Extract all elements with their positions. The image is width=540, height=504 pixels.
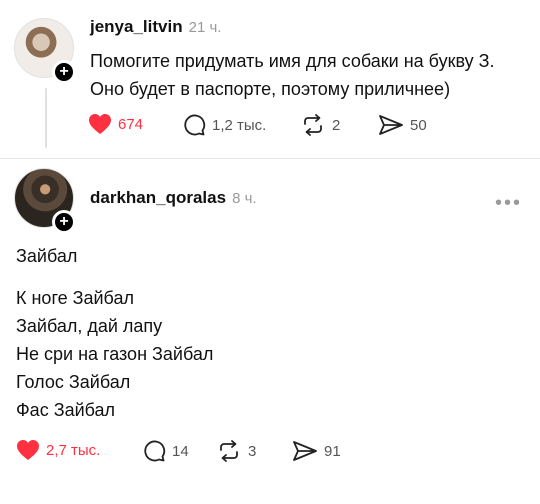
- follow-plus-icon[interactable]: +: [52, 210, 76, 234]
- like-count: 2,7 тыс.: [46, 441, 101, 459]
- heart-icon: [89, 114, 111, 134]
- username-text[interactable]: darkhan_qoralas: [90, 188, 226, 207]
- repost-count: 3: [248, 442, 257, 460]
- post-text-line: Оно будет в паспорте, поэтому приличнее): [90, 79, 451, 99]
- follow-plus-icon[interactable]: +: [52, 60, 76, 84]
- post-text-line: Не сри на газон Зайбал: [16, 344, 214, 364]
- post-text-line: Фас Зайбал: [16, 400, 116, 420]
- repost-button[interactable]: 3: [216, 439, 256, 463]
- post-time: 21 ч.: [188, 19, 222, 36]
- comment-count: 14: [172, 442, 189, 460]
- share-button[interactable]: 50: [378, 113, 427, 137]
- post-text: Зайбал К ноге Зайбал Зайбал, дай лапу Не…: [16, 242, 213, 424]
- post-text-line: Помогите придумать имя для собаки на бук…: [90, 51, 495, 71]
- post: + jenya_litvin 21 ч. Помогите придумать и…: [0, 0, 540, 150]
- post-text-line: [16, 270, 213, 284]
- post-text-line: Голос Зайбал: [16, 372, 131, 392]
- like-count: 674: [118, 115, 144, 133]
- send-icon: [379, 115, 403, 135]
- post: + darkhan_qoralas 8 ч. ••• Зайбал К ноге …: [0, 160, 540, 504]
- action-bar: 2,7 тыс. 14 3 91: [16, 439, 436, 463]
- more-options-icon[interactable]: •••: [495, 193, 522, 213]
- username-text[interactable]: jenya_litvin: [90, 17, 183, 36]
- comment-icon: [184, 114, 206, 136]
- like-button[interactable]: 674: [88, 113, 143, 135]
- action-bar: 674 1,2 тыс. 2 50: [88, 113, 508, 137]
- comment-button[interactable]: 14: [142, 439, 189, 463]
- like-button[interactable]: 2,7 тыс.: [16, 439, 100, 461]
- comment-count: 1,2 тыс.: [212, 116, 267, 134]
- heart-icon: [17, 440, 39, 460]
- post-text-line: К ноге Зайбал: [16, 288, 134, 308]
- post-text-line: Зайбал: [16, 246, 78, 266]
- share-count: 50: [410, 116, 427, 134]
- share-count: 91: [324, 442, 341, 460]
- repost-button[interactable]: 2: [300, 113, 340, 137]
- repost-count: 2: [332, 116, 341, 134]
- repost-icon: [220, 440, 238, 462]
- share-button[interactable]: 91: [292, 439, 341, 463]
- post-text: Помогите придумать имя для собаки на бук…: [90, 47, 495, 103]
- send-icon: [293, 441, 317, 461]
- username[interactable]: darkhan_qoralas 8 ч.: [90, 188, 257, 208]
- comment-icon: [144, 440, 166, 462]
- post-text-line: Зайбал, дай лапу: [16, 316, 163, 336]
- divider: [0, 158, 540, 159]
- thread-line: [45, 88, 47, 148]
- post-time: 8 ч.: [232, 190, 257, 207]
- repost-icon: [304, 114, 322, 136]
- username[interactable]: jenya_litvin 21 ч.: [90, 17, 221, 37]
- comment-button[interactable]: 1,2 тыс.: [182, 113, 266, 137]
